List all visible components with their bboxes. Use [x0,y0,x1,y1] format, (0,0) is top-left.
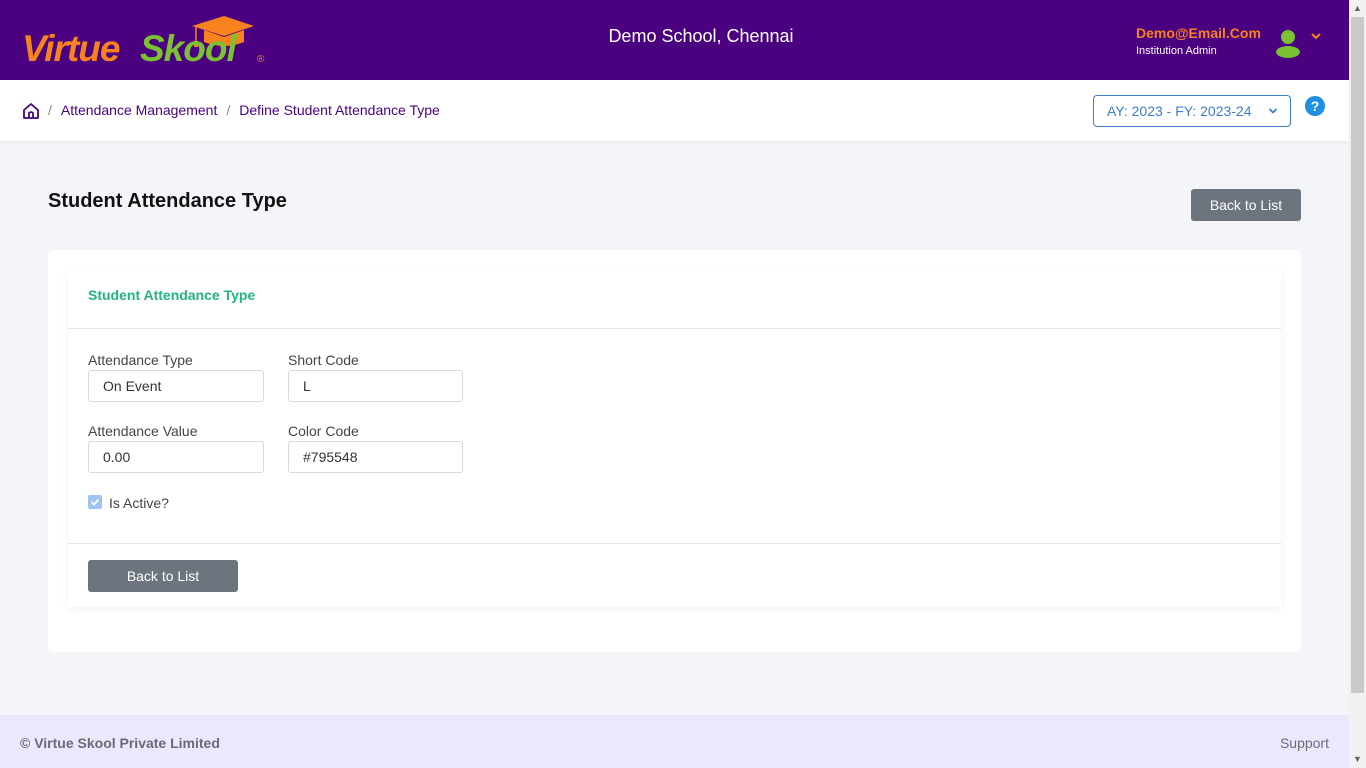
breadcrumb-attendance-management[interactable]: Attendance Management [61,102,217,118]
footer: © Virtue Skool Private Limited Support [0,715,1349,768]
short-code-input[interactable] [288,370,463,402]
support-link[interactable]: Support [1280,735,1329,751]
copyright-text: © Virtue Skool Private Limited [20,735,220,751]
color-code-label: Color Code [288,423,359,439]
attendance-value-input[interactable] [88,441,264,473]
is-active-label: Is Active? [109,495,169,511]
card-title: Student Attendance Type [88,287,256,303]
breadcrumb-define-student-attendance-type: Define Student Attendance Type [239,102,440,118]
user-role: Institution Admin [1136,45,1217,57]
checkmark-icon [90,498,100,506]
breadcrumb-separator: / [48,102,52,118]
attendance-type-label: Attendance Type [88,352,193,368]
breadcrumb-separator: / [226,102,231,118]
attendance-value-label: Attendance Value [88,423,198,439]
page: Virtue Skool ® Demo School, Chennai Demo… [0,0,1349,768]
registered-mark: ® [257,54,265,65]
user-avatar-icon[interactable] [1274,28,1302,58]
breadcrumb-bar: / Attendance Management / Define Student… [0,80,1349,141]
back-to-list-button[interactable]: Back to List [1191,189,1301,221]
chevron-down-icon[interactable] [1310,30,1322,42]
is-active-checkbox[interactable] [88,495,102,509]
back-to-list-button-bottom[interactable]: Back to List [88,560,238,592]
user-email[interactable]: Demo@Email.Com [1136,25,1261,41]
divider [68,328,1281,329]
form-container: Student Attendance Type Attendance Type … [48,250,1301,652]
form-card: Student Attendance Type Attendance Type … [68,270,1281,607]
chevron-down-icon [1268,108,1278,114]
scrollbar-thumb[interactable] [1351,17,1364,693]
vertical-scrollbar[interactable]: ▲ ▼ [1349,0,1366,768]
scroll-down-arrow-icon[interactable]: ▼ [1353,755,1362,764]
color-code-input[interactable] [288,441,463,473]
academic-year-value: AY: 2023 - FY: 2023-24 [1107,103,1252,119]
home-icon[interactable] [22,102,40,120]
page-title: Student Attendance Type [48,190,287,212]
help-icon[interactable]: ? [1305,96,1325,116]
breadcrumb: / Attendance Management / Define Student… [48,102,440,118]
academic-year-select[interactable]: AY: 2023 - FY: 2023-24 [1093,95,1291,127]
divider [68,543,1281,544]
short-code-label: Short Code [288,352,359,368]
top-header: Virtue Skool ® Demo School, Chennai Demo… [0,0,1349,80]
scroll-up-arrow-icon[interactable]: ▲ [1353,4,1362,13]
attendance-type-input[interactable] [88,370,264,402]
